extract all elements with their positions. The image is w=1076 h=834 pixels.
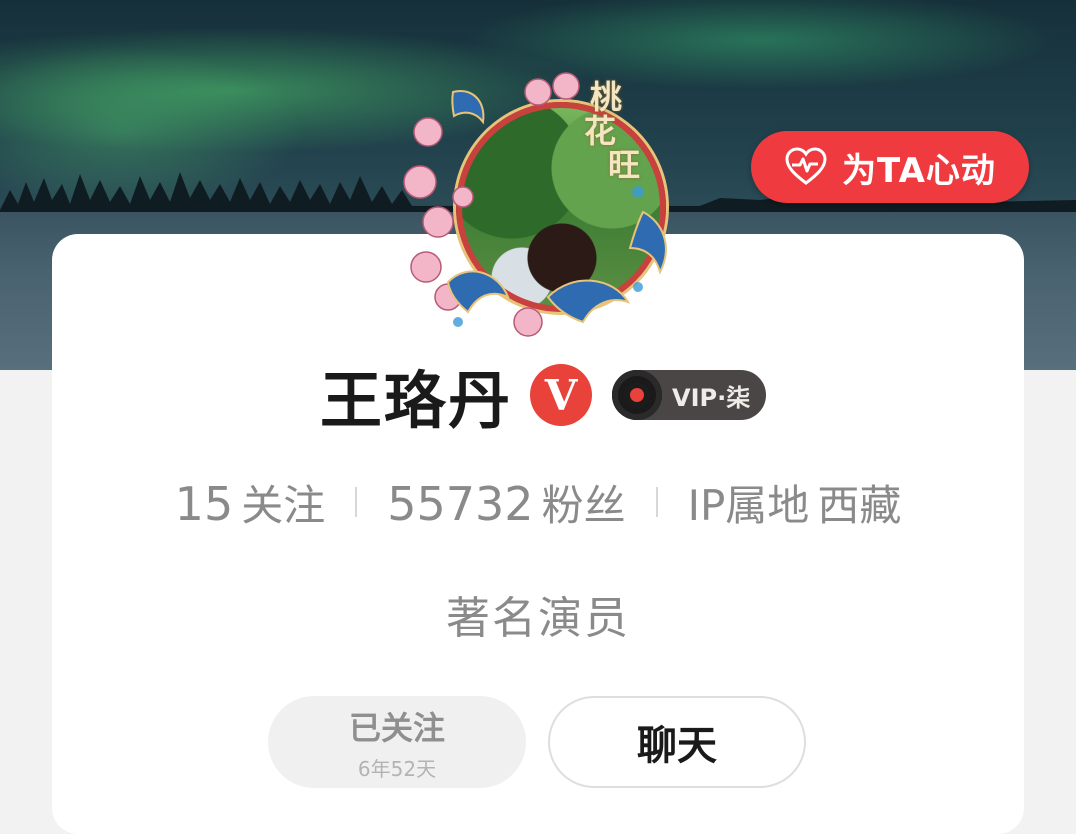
followed-label: 已关注 xyxy=(348,708,445,747)
ip-location-stat: IP属地 西藏 xyxy=(688,472,902,533)
following-stat[interactable]: 15 关注 xyxy=(175,472,326,533)
profile-stats: 15 关注 55732 粉丝 IP属地 西藏 xyxy=(52,470,1024,534)
frame-title-char: 桃 xyxy=(590,78,623,116)
ip-location: 西藏 xyxy=(817,480,902,530)
stats-divider xyxy=(655,487,658,517)
vinyl-disc-icon xyxy=(612,370,663,420)
following-count: 15 xyxy=(174,476,234,531)
followed-duration: 6年52天 xyxy=(357,756,437,781)
vip-label: VIP·柒 xyxy=(672,383,751,412)
followers-stat[interactable]: 55732 粉丝 xyxy=(387,472,625,533)
frame-title-char: 旺 xyxy=(608,146,641,184)
following-label: 关注 xyxy=(241,480,326,530)
followed-button[interactable]: 已关注 6年52天 xyxy=(268,696,526,788)
stats-divider xyxy=(355,487,358,517)
profile-bio: 著名演员 xyxy=(446,593,630,644)
avatar[interactable] xyxy=(398,72,688,362)
profile-name: 王珞丹 xyxy=(320,364,513,437)
followers-label: 粉丝 xyxy=(541,480,626,530)
heart-to-ta-button[interactable]: 为TA心动 xyxy=(751,131,1029,203)
frame-title-peach-blossom: 桃 花 旺 xyxy=(584,78,641,184)
verified-v-icon[interactable]: V xyxy=(530,364,593,426)
chat-button[interactable]: 聊天 xyxy=(548,696,806,788)
peach-blossom-frame xyxy=(403,72,667,337)
ip-label: IP属地 xyxy=(687,480,810,530)
vip-badge[interactable]: VIP·柒 xyxy=(612,370,767,420)
frame-title-char: 花 xyxy=(584,112,617,150)
profile-name-row: 王珞丹 V VIP·柒 xyxy=(320,360,767,437)
followers-count: 55732 xyxy=(387,476,534,531)
heart-button-label: 为TA心动 xyxy=(842,150,996,191)
heart-pulse-icon xyxy=(785,147,827,185)
